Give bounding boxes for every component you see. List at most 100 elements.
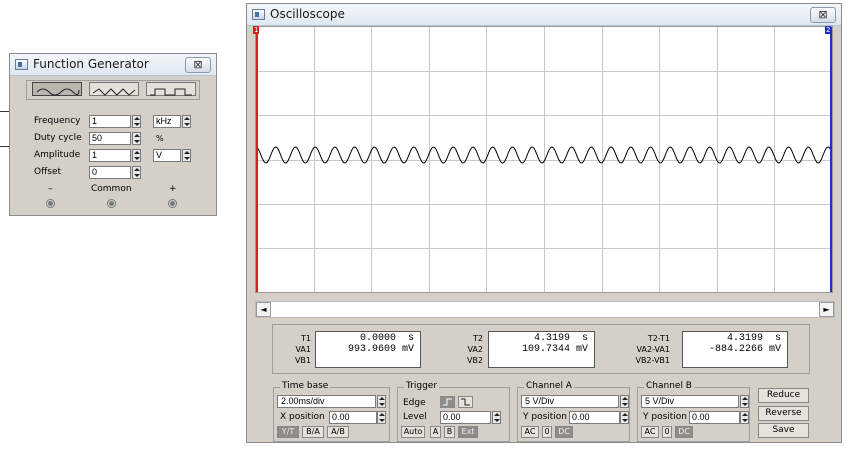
t1-label: T1: [301, 334, 311, 343]
channel-a-zero-button[interactable]: 0: [542, 426, 552, 438]
x-position-label: X position: [280, 412, 325, 422]
triangle-wave-icon: [92, 88, 136, 96]
yt-mode-button[interactable]: Y/T: [277, 426, 299, 438]
duty-cycle-stepper[interactable]: [132, 132, 141, 145]
amplitude-unit-select[interactable]: V: [153, 149, 181, 162]
sine-wave-button[interactable]: [32, 82, 82, 96]
channel-a-scale-select[interactable]: 5 V/Div: [521, 395, 619, 408]
frequency-unit-stepper[interactable]: [182, 115, 191, 128]
channel-a-group: Channel A 5 V/Div Y position 0.00 AC 0 D…: [517, 381, 630, 442]
channel-b-y-position-label: Y position: [643, 412, 688, 422]
delta-readout: 4.3199 s -884.2266 mV: [682, 331, 788, 368]
channel-b-scale-select[interactable]: 5 V/Div: [641, 395, 739, 408]
channel-b-y-position-stepper[interactable]: [740, 411, 749, 424]
measurement-readout: T1 VA1 VB1 0.0000 s 993.9609 mV T2 VA2 V…: [272, 324, 810, 374]
channel-b-group: Channel B 5 V/Div Y position 0.00 AC 0 D…: [637, 381, 750, 442]
app-icon: [15, 59, 28, 70]
va1-label: VA1: [295, 345, 311, 354]
close-button[interactable]: ⊠: [810, 7, 836, 23]
x-position-stepper[interactable]: [377, 411, 386, 424]
duty-cycle-label: Duty cycle: [34, 133, 82, 143]
x-position-input[interactable]: 0.00: [329, 411, 377, 424]
channel-b-y-position-input[interactable]: 0.00: [689, 411, 740, 424]
va2-label: VA2: [467, 345, 483, 354]
t2-label: T2: [473, 334, 483, 343]
t2-unit: s: [581, 333, 588, 344]
timebase-title: Time base: [280, 381, 331, 391]
va1-unit: mV: [401, 344, 414, 355]
delta-va-value: -884.2266: [708, 344, 763, 355]
delta-va-unit: mV: [768, 344, 781, 355]
rising-edge-button[interactable]: [440, 396, 455, 408]
channel-a-ac-button[interactable]: AC: [521, 426, 539, 438]
duty-cycle-input[interactable]: 50: [89, 132, 131, 145]
timebase-stepper[interactable]: [377, 395, 386, 408]
frequency-input[interactable]: 1: [89, 115, 131, 128]
save-button[interactable]: Save: [758, 423, 809, 438]
sine-wave-icon: [36, 88, 80, 96]
channel-a-dc-button[interactable]: DC: [555, 426, 573, 438]
horizontal-scrollbar[interactable]: ◄ ►: [255, 301, 835, 318]
t2-value: 4.3199: [533, 333, 570, 344]
offset-input[interactable]: 0: [89, 166, 131, 179]
channel-a-y-position-stepper[interactable]: [620, 411, 629, 424]
action-buttons: Reduce Reverse Save: [755, 387, 815, 442]
level-input[interactable]: 0.00: [440, 411, 491, 424]
function-generator-titlebar[interactable]: Function Generator ⊠: [10, 54, 216, 76]
channel-a-scale-stepper[interactable]: [620, 395, 629, 408]
falling-edge-icon: [461, 398, 470, 406]
triangle-wave-button[interactable]: [89, 82, 139, 96]
amplitude-input[interactable]: 1: [89, 149, 131, 162]
va2-value: 109.7344: [521, 344, 570, 355]
app-icon: [252, 9, 265, 20]
scroll-left-arrow-icon[interactable]: ◄: [256, 302, 271, 317]
auto-trigger-button[interactable]: Auto: [401, 426, 425, 438]
frequency-stepper[interactable]: [132, 115, 141, 128]
channel-b-title: Channel B: [644, 381, 694, 391]
amplitude-label: Amplitude: [34, 150, 81, 160]
terminal-common-label: Common: [91, 184, 132, 194]
oscilloscope-titlebar[interactable]: Oscilloscope ⊠: [247, 4, 841, 26]
duty-cycle-unit: %: [156, 134, 164, 143]
channel-a-y-position-input[interactable]: 0.00: [569, 411, 620, 424]
terminal-minus[interactable]: [46, 199, 55, 208]
terminal-plus[interactable]: [168, 199, 177, 208]
close-button[interactable]: ⊠: [185, 57, 211, 73]
amplitude-stepper[interactable]: [132, 149, 141, 162]
trigger-group: Trigger Edge Level 0.00 Auto A B Ext: [397, 381, 510, 442]
delta-t-unit: s: [774, 333, 781, 344]
scroll-right-arrow-icon[interactable]: ►: [819, 302, 834, 317]
ba-mode-button[interactable]: B/A: [302, 426, 324, 438]
scope-screen[interactable]: [255, 26, 833, 293]
terminal-common[interactable]: [107, 199, 116, 208]
trigger-title: Trigger: [404, 381, 440, 391]
channel-b-zero-button[interactable]: 0: [662, 426, 672, 438]
channel-b-dc-button[interactable]: DC: [675, 426, 693, 438]
cursor-1-handle[interactable]: 1: [253, 26, 260, 34]
t1-value: 0.0000: [359, 333, 396, 344]
function-generator-window: Function Generator ⊠ Frequency 1 kHz Dut…: [9, 53, 217, 216]
timebase-select[interactable]: 2.00ms/div: [277, 395, 376, 408]
offset-stepper[interactable]: [132, 166, 141, 179]
falling-edge-button[interactable]: [458, 396, 473, 408]
trigger-b-button[interactable]: B: [444, 426, 455, 438]
ab-mode-button[interactable]: A/B: [327, 426, 349, 438]
edge-label: Edge: [403, 398, 426, 408]
channel-a-title: Channel A: [524, 381, 574, 391]
reverse-button[interactable]: Reverse: [758, 406, 809, 421]
channel-b-scale-stepper[interactable]: [740, 395, 749, 408]
amplitude-unit-stepper[interactable]: [182, 149, 191, 162]
vb2-label: VB2: [466, 356, 483, 365]
va2-unit: mV: [575, 344, 588, 355]
reduce-button[interactable]: Reduce: [758, 388, 809, 403]
square-wave-button[interactable]: [146, 82, 196, 96]
channel-b-ac-button[interactable]: AC: [641, 426, 659, 438]
delta-t-value: 4.3199: [726, 333, 763, 344]
frequency-unit-select[interactable]: kHz: [153, 115, 181, 128]
cursor-2-handle[interactable]: 2: [825, 26, 832, 34]
level-stepper[interactable]: [492, 411, 501, 424]
trigger-ext-button[interactable]: Ext: [458, 426, 478, 438]
rising-edge-icon: [443, 398, 452, 406]
timebase-group: Time base 2.00ms/div X position 0.00 Y/T…: [273, 381, 390, 442]
trigger-a-button[interactable]: A: [430, 426, 441, 438]
